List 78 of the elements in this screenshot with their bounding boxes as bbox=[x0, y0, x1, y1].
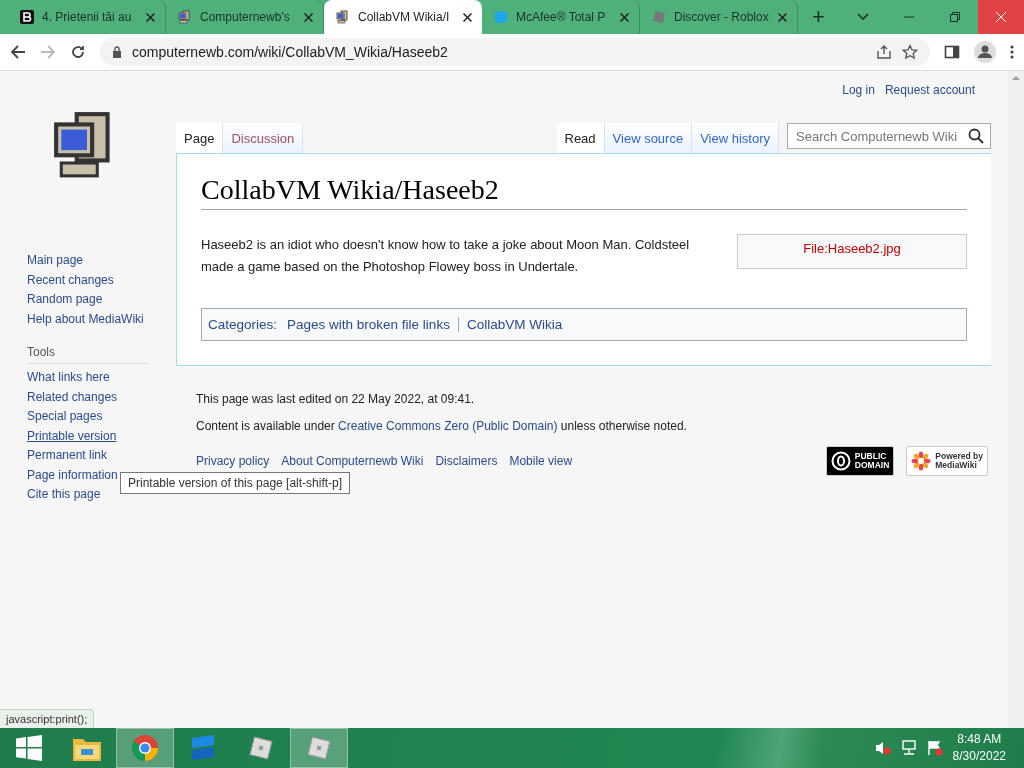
computer-icon bbox=[178, 10, 192, 24]
tab-title: McAfee® Total P bbox=[516, 10, 607, 24]
badge-text: Powered by MediaWiki bbox=[935, 452, 983, 470]
close-icon[interactable] bbox=[463, 12, 472, 22]
page-tab[interactable]: Page bbox=[176, 123, 224, 153]
share-icon[interactable] bbox=[876, 44, 892, 60]
status-url: javascript:print(); bbox=[0, 709, 95, 728]
close-icon bbox=[996, 12, 1006, 22]
time-text: 8:48 AM bbox=[957, 731, 1002, 748]
public-domain-badge[interactable]: PUBLIC DOMAIN bbox=[825, 446, 895, 476]
lock-icon bbox=[112, 46, 122, 58]
reload-icon[interactable] bbox=[70, 44, 86, 60]
chevron-down-icon bbox=[857, 13, 869, 21]
sidebar-link[interactable]: Random page bbox=[27, 290, 176, 310]
flower-icon bbox=[911, 451, 932, 471]
close-icon[interactable] bbox=[304, 12, 313, 22]
tab-title: Discover - Roblox bbox=[674, 10, 770, 24]
tab-title: Computernewb's bbox=[200, 10, 291, 24]
scrollbar[interactable] bbox=[1008, 71, 1024, 728]
badge-text: PUBLIC DOMAIN bbox=[854, 452, 890, 470]
footer-link[interactable]: About Computernewb Wiki bbox=[281, 454, 424, 468]
side-panel-icon[interactable] bbox=[944, 44, 960, 60]
file-link[interactable]: File:Haseeb2.jpg bbox=[803, 241, 901, 268]
article-text: Haseeb2 is an idiot who doesn't know how to take a joke about Moon Man. Coldsteel made a game based on the Photoshop Flowey boss in Undertale. bbox=[201, 236, 691, 276]
computer-icon bbox=[336, 10, 350, 24]
footer-link[interactable]: Privacy policy bbox=[196, 454, 270, 468]
browser-tab[interactable]: CollabVM Wikia/I bbox=[324, 0, 482, 34]
star-icon[interactable] bbox=[902, 44, 918, 60]
account-link[interactable]: Request account bbox=[884, 83, 975, 123]
sidebar-link[interactable]: Main page bbox=[27, 251, 176, 271]
search-icon[interactable] bbox=[968, 128, 984, 144]
view-tab[interactable]: View history bbox=[692, 123, 779, 153]
view-tab[interactable]: View source bbox=[604, 123, 693, 153]
back-icon[interactable] bbox=[10, 44, 26, 60]
sidebar-link[interactable]: Related changes bbox=[27, 387, 176, 407]
network-icon[interactable] bbox=[900, 740, 917, 756]
close-icon[interactable] bbox=[778, 12, 787, 22]
clock[interactable]: 8:48 AM 8/30/2022 bbox=[942, 728, 1024, 768]
category-link[interactable]: CollabVM Wikia bbox=[457, 317, 571, 332]
powered-by-badge[interactable]: Powered by MediaWiki bbox=[906, 446, 988, 476]
sidebar-link[interactable]: Printable version bbox=[27, 426, 176, 446]
date-text: 8/30/2022 bbox=[952, 748, 1006, 765]
page-title: CollabVM Wikia/Haseeb2 bbox=[201, 174, 967, 210]
new-tab-button[interactable]: + bbox=[812, 4, 825, 30]
address-bar[interactable]: computernewb.com/wiki/CollabVM_Wikia/Haseeb2 bbox=[100, 38, 930, 66]
sidebar-link[interactable]: Permanent link bbox=[27, 446, 176, 466]
flag-icon[interactable] bbox=[926, 740, 943, 756]
windows-icon bbox=[16, 735, 42, 761]
restore-icon bbox=[950, 12, 960, 22]
menu-icon[interactable] bbox=[1010, 44, 1014, 60]
sidebar-link[interactable]: Help about MediaWiki bbox=[27, 309, 176, 329]
tab-title: 4. Prietenii tăi au bbox=[42, 10, 133, 24]
license-text: Content is available under Creative Commons Zero (Public Domain) unless otherwise noted. bbox=[196, 419, 688, 433]
category-link[interactable]: Pages with broken file links bbox=[285, 317, 458, 332]
b-letter-icon bbox=[20, 10, 34, 24]
last-edited-text: This page was last edited on 22 May 2022, at 09:41. bbox=[196, 392, 476, 406]
account-link[interactable]: Log in bbox=[842, 83, 875, 123]
tools-heading: Tools bbox=[27, 345, 149, 364]
url-text: computernewb.com/wiki/CollabVM_Wikia/Haseeb2 bbox=[132, 44, 448, 60]
license-link[interactable]: Creative Commons Zero (Public Domain) bbox=[338, 419, 558, 433]
sidebar-link[interactable]: What links here bbox=[27, 368, 176, 388]
muted-speaker-icon[interactable] bbox=[874, 740, 891, 756]
profile-icon[interactable] bbox=[974, 41, 996, 63]
categories-link[interactable]: Categories: bbox=[208, 317, 278, 332]
sidebar-link[interactable]: Special pages bbox=[27, 407, 176, 427]
search-field[interactable]: Search Computernewb Wiki bbox=[787, 123, 991, 149]
chrome-icon bbox=[131, 734, 159, 762]
footer-link[interactable]: Mobile view bbox=[509, 454, 573, 468]
footer-link[interactable]: Disclaimers bbox=[435, 454, 498, 468]
view-tab[interactable]: Read bbox=[556, 123, 605, 153]
tab-title: CollabVM Wikia/I bbox=[358, 10, 451, 24]
tooltip: Printable version of this page [alt-shift-p] bbox=[120, 472, 351, 494]
taskbar-app[interactable] bbox=[116, 728, 174, 768]
close-icon[interactable] bbox=[146, 12, 155, 22]
page-tab[interactable]: Discussion bbox=[223, 123, 304, 153]
sidebar-link[interactable]: Recent changes bbox=[27, 270, 176, 290]
zero-icon bbox=[830, 451, 851, 471]
close-icon[interactable] bbox=[620, 12, 629, 22]
